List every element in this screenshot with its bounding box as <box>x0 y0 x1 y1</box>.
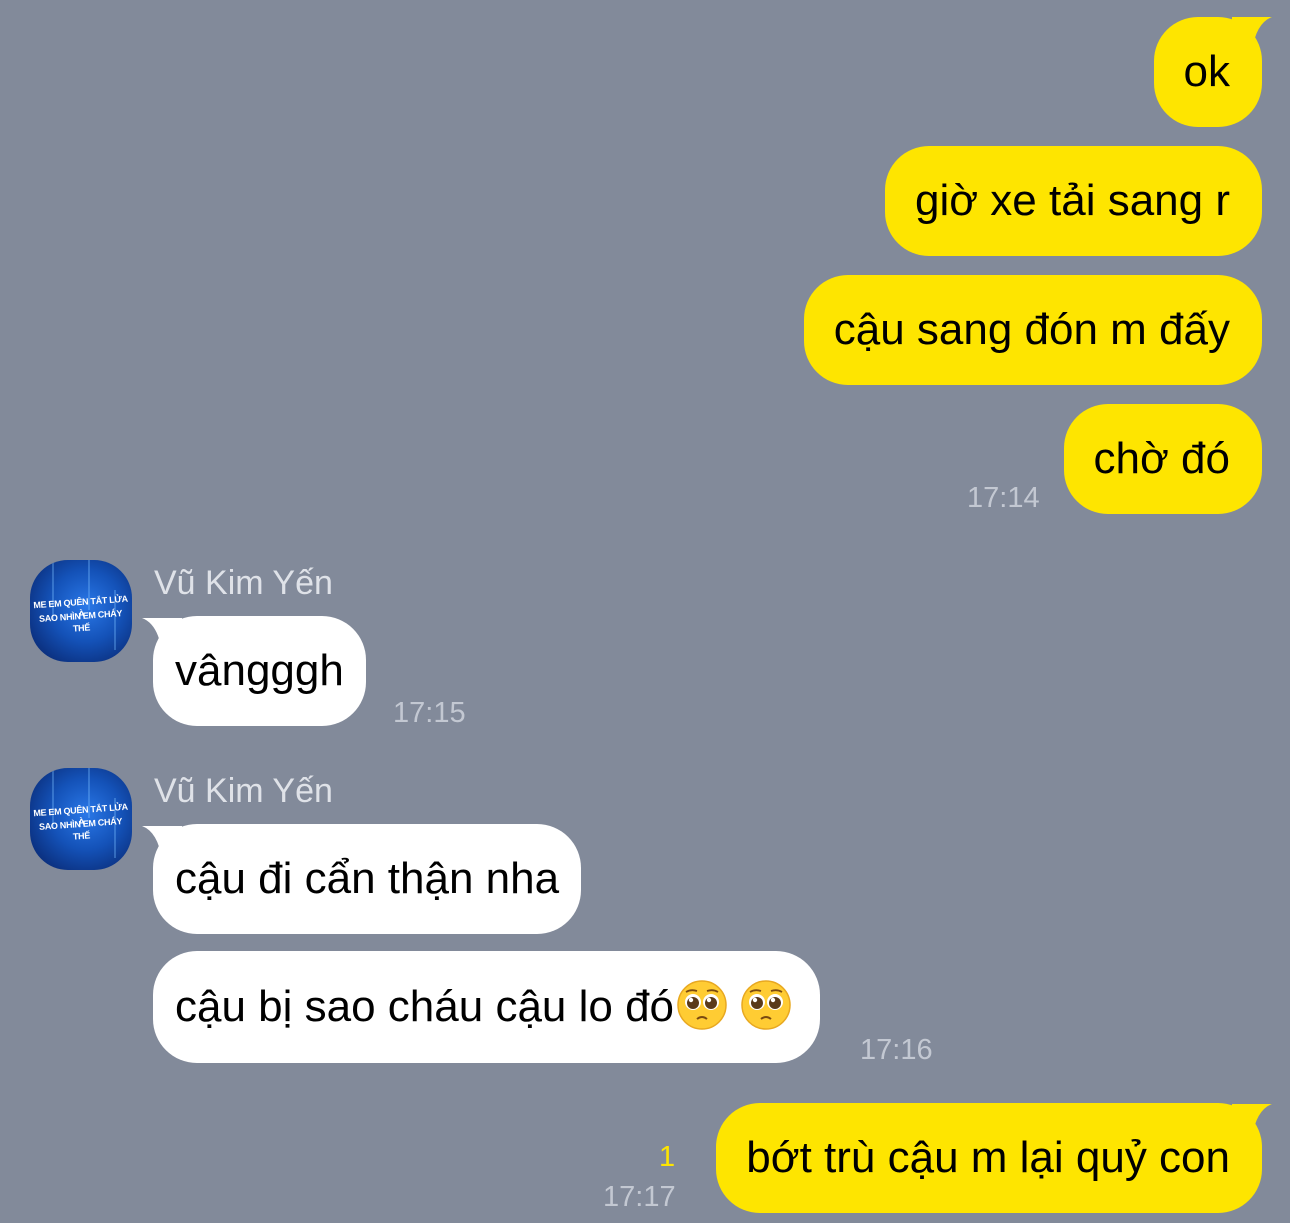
message-timestamp: 17:17 <box>603 1181 676 1213</box>
message-bubble-outgoing[interactable]: bớt trù cậu m lại quỷ con <box>716 1103 1262 1213</box>
message-text: cậu bị sao cháu cậu lo đó <box>175 982 675 1031</box>
message-text: cậu sang đón m đấy <box>833 305 1230 354</box>
message-text: ok <box>1183 47 1230 96</box>
avatar[interactable]: ME EM QUÊN TẮT LỬA À SAO NHÌN EM CHÁY TH… <box>30 768 132 870</box>
pleading-face-emoji <box>741 980 791 1031</box>
message-timestamp: 17:15 <box>393 697 466 729</box>
pleading-face-emoji <box>677 980 727 1031</box>
message-bubble-outgoing[interactable]: cậu sang đón m đấy <box>803 275 1262 385</box>
message-text: vângggh <box>175 646 344 695</box>
message-timestamp: 17:16 <box>860 1034 933 1066</box>
message-bubble-outgoing[interactable]: chờ đó <box>1063 404 1262 514</box>
unread-count: 1 <box>659 1141 676 1173</box>
sender-name: Vũ Kim Yến <box>154 564 333 602</box>
bubble-tail <box>1232 17 1272 51</box>
message-timestamp: 17:14 <box>967 482 1040 514</box>
message-bubble-incoming[interactable]: cậu đi cẩn thận nha <box>153 824 582 934</box>
message-text: cậu đi cẩn thận nha <box>175 854 560 903</box>
message-bubble-incoming[interactable]: cậu bị sao cháu cậu lo đó <box>153 951 821 1063</box>
message-bubble-incoming[interactable]: vângggh <box>153 616 366 726</box>
avatar[interactable]: ME EM QUÊN TẮT LỬA À SAO NHÌN EM CHÁY TH… <box>30 560 132 662</box>
message-text: giờ xe tải sang r <box>914 176 1230 225</box>
message-text: bớt trù cậu m lại quỷ con <box>746 1133 1230 1182</box>
message-bubble-outgoing[interactable]: giờ xe tải sang r <box>884 146 1262 256</box>
message-text: chờ đó <box>1093 434 1231 483</box>
sender-name: Vũ Kim Yến <box>154 772 333 810</box>
